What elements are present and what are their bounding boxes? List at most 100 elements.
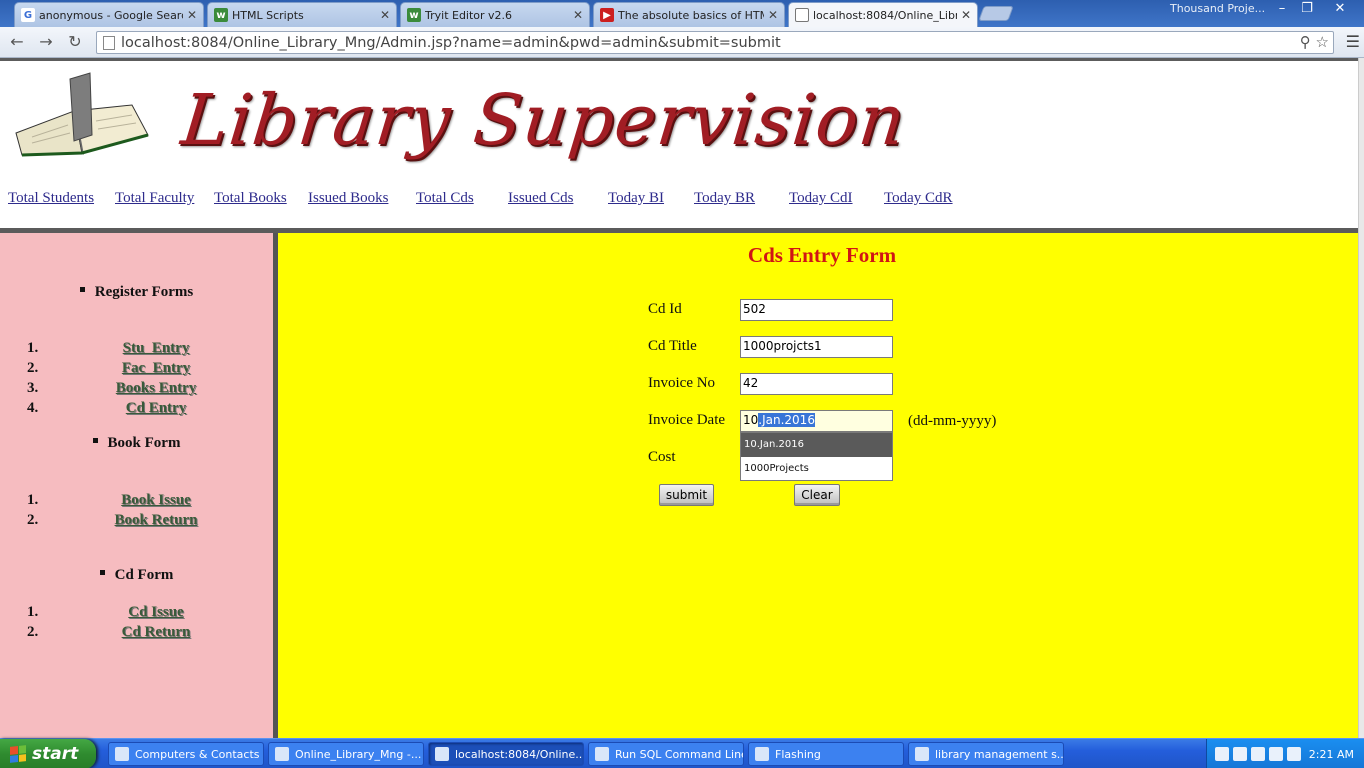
sidebar-item-book-return: 2. Book Return	[0, 512, 273, 532]
autocomplete-dropdown: 10.Jan.2016 1000Projects	[740, 432, 893, 481]
taskbar-item[interactable]: Computers & Contacts	[108, 742, 264, 766]
system-tray: 2:21 AM	[1206, 739, 1364, 768]
reload-icon[interactable]: ↻	[64, 32, 86, 52]
taskbar-item-label: Flashing	[775, 747, 821, 761]
tab-close-icon[interactable]: ✕	[380, 8, 390, 22]
cd-id-input[interactable]: 502	[740, 299, 893, 321]
browser-tab[interactable]: w HTML Scripts ✕	[207, 2, 397, 27]
invoice-date-input[interactable]: 10.Jan.2016	[740, 410, 893, 432]
nav-today-cdr[interactable]: Today CdR	[884, 190, 953, 207]
taskbar-item-label: Computers & Contacts	[135, 747, 260, 761]
window-title: Thousand Proje...	[1170, 2, 1266, 15]
books-entry-link[interactable]: Books Entry	[60, 380, 252, 397]
app-icon	[595, 747, 609, 761]
browser-tab-active[interactable]: localhost:8084/Online_Library ✕	[788, 2, 978, 27]
browser-tab-bar: G anonymous - Google Search ✕ w HTML Scr…	[0, 0, 1364, 27]
tab-label: The absolute basics of HTML...	[618, 8, 764, 22]
back-icon[interactable]: ←	[6, 32, 28, 52]
item-number: 1.	[27, 340, 39, 356]
youtube-icon: ▶	[600, 8, 614, 22]
form-title: Cds Entry Form	[747, 243, 897, 267]
cd-id-label: Cd Id	[648, 301, 682, 317]
restore-icon[interactable]: ❐	[1297, 1, 1317, 16]
browser-tab[interactable]: G anonymous - Google Search ✕	[14, 2, 204, 27]
item-number: 2.	[27, 512, 39, 528]
book-return-link[interactable]: Book Return	[60, 512, 252, 529]
nav-total-students[interactable]: Total Students	[8, 190, 94, 207]
fac-entry-link[interactable]: Fac_Entry	[60, 360, 252, 377]
invoice-no-label: Invoice No	[648, 375, 716, 391]
book-form-heading: Book Form	[0, 435, 273, 452]
book-issue-link[interactable]: Book Issue	[60, 492, 252, 509]
taskbar-item-label: localhost:8084/Online...	[455, 747, 584, 761]
heading-label: Register Forms	[94, 284, 194, 300]
nav-issued-books[interactable]: Issued Books	[308, 190, 388, 207]
taskbar-item[interactable]: library management s...	[908, 742, 1064, 766]
nav-issued-cds[interactable]: Issued Cds	[508, 190, 573, 207]
start-button[interactable]: start	[0, 739, 96, 768]
w3-icon: w	[214, 8, 228, 22]
scrollbar[interactable]	[1358, 58, 1364, 738]
tab-close-icon[interactable]: ✕	[573, 8, 583, 22]
autocomplete-option[interactable]: 1000Projects	[741, 457, 892, 481]
forward-icon[interactable]: →	[35, 32, 57, 52]
cd-form-heading: Cd Form	[0, 567, 273, 584]
item-number: 2.	[27, 360, 39, 376]
menu-icon[interactable]: ☰	[1346, 32, 1360, 51]
sidebar-item-cd-entry: 4. Cd Entry	[0, 400, 273, 420]
tab-close-icon[interactable]: ✕	[187, 8, 197, 22]
taskbar-item[interactable]: Online_Library_Mng -...	[268, 742, 424, 766]
clock: 2:21 AM	[1308, 747, 1354, 761]
minimize-icon[interactable]: –	[1272, 1, 1292, 16]
cd-entry-link[interactable]: Cd Entry	[60, 400, 252, 417]
tray-icon[interactable]	[1251, 747, 1265, 761]
clear-button[interactable]: Clear	[794, 484, 840, 506]
date-format-hint: (dd-mm-yyyy)	[908, 413, 997, 429]
site-title: Library Supervision	[177, 79, 910, 161]
close-window-icon[interactable]: ✕	[1330, 1, 1350, 16]
folder-icon	[915, 747, 929, 761]
browser-tab[interactable]: w Tryit Editor v2.6 ✕	[400, 2, 590, 27]
address-bar[interactable]: localhost:8084/Online_Library_Mng/Admin.…	[96, 31, 1334, 54]
item-number: 2.	[27, 624, 39, 640]
nav-total-books[interactable]: Total Books	[214, 190, 287, 207]
app-icon	[115, 747, 129, 761]
tray-icon[interactable]	[1233, 747, 1247, 761]
nav-today-br[interactable]: Today BR	[694, 190, 755, 207]
nav-today-cdi[interactable]: Today CdI	[789, 190, 853, 207]
tab-close-icon[interactable]: ✕	[961, 8, 971, 22]
nav-total-cds[interactable]: Total Cds	[416, 190, 474, 207]
taskbar-item-active[interactable]: localhost:8084/Online...	[428, 742, 584, 766]
sidebar-item-stu-entry: 1. Stu_Entry	[0, 340, 273, 360]
submit-button[interactable]: submit	[659, 484, 714, 506]
taskbar-item[interactable]: Flashing	[748, 742, 904, 766]
book-logo-icon	[15, 72, 149, 157]
volume-icon[interactable]	[1287, 747, 1301, 761]
cd-issue-link[interactable]: Cd Issue	[60, 604, 252, 621]
register-forms-heading: Register Forms	[0, 284, 273, 301]
taskbar-item[interactable]: Run SQL Command Line	[588, 742, 744, 766]
bullet-icon	[79, 287, 85, 293]
windows-logo-icon	[10, 745, 26, 763]
invoice-date-label: Invoice Date	[648, 412, 726, 428]
autocomplete-option[interactable]: 10.Jan.2016	[741, 433, 892, 457]
w3-icon: w	[407, 8, 421, 22]
nav-today-bi[interactable]: Today BI	[608, 190, 664, 207]
nav-total-faculty[interactable]: Total Faculty	[115, 190, 194, 207]
browser-tab[interactable]: ▶ The absolute basics of HTML... ✕	[593, 2, 785, 27]
invoice-no-input[interactable]: 42	[740, 373, 893, 395]
tab-close-icon[interactable]: ✕	[768, 8, 778, 22]
stu-entry-link[interactable]: Stu_Entry	[60, 340, 252, 357]
tray-icon[interactable]	[1215, 747, 1229, 761]
tab-label: Tryit Editor v2.6	[425, 8, 513, 22]
new-tab-button[interactable]	[978, 6, 1014, 21]
cd-return-link[interactable]: Cd Return	[60, 624, 252, 641]
item-number: 1.	[27, 492, 39, 508]
cd-title-input[interactable]: 1000projcts1	[740, 336, 893, 358]
tab-label: localhost:8084/Online_Library	[813, 8, 957, 22]
sidebar-item-book-issue: 1. Book Issue	[0, 492, 273, 512]
typed-text: 10	[743, 413, 759, 427]
bookmark-star-icon[interactable]: ⚲ ☆	[1300, 33, 1329, 51]
bullet-icon	[92, 438, 98, 444]
tray-icon[interactable]	[1269, 747, 1283, 761]
